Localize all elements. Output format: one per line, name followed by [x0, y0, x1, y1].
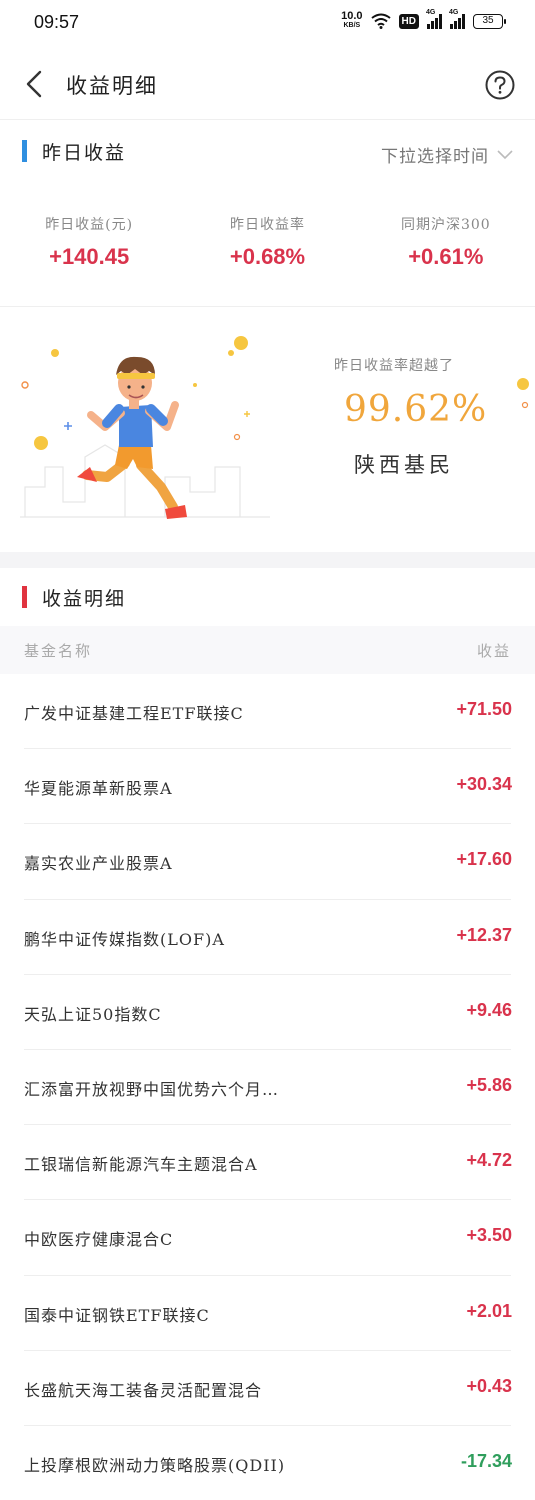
fund-earnings: +0.43: [466, 1375, 512, 1396]
detail-section-header: 收益明细: [0, 568, 535, 628]
table-row[interactable]: 天弘上证50指数C +9.46: [0, 975, 535, 1051]
table-row[interactable]: 广发中证基建工程ETF联接C +71.50: [0, 674, 535, 750]
signal-label-2: 4G: [449, 9, 459, 16]
table-header: 基金名称 收益: [0, 626, 535, 674]
stat-value: +0.68%: [229, 244, 306, 269]
fund-name: 中欧医疗健康混合C: [24, 1230, 174, 1250]
stat-yesterday-rate: 昨日收益率 +0.68%: [178, 200, 356, 300]
table-row[interactable]: 工银瑞信新能源汽车主题混合A +4.72: [0, 1125, 535, 1201]
section-accent-bar: [22, 586, 27, 608]
stat-value: +0.61%: [408, 244, 484, 269]
net-speed-value: 10.0: [341, 10, 363, 22]
section-accent-bar: [22, 140, 27, 162]
hd-badge: HD: [398, 13, 419, 29]
status-time: 09:57: [34, 12, 80, 32]
page-title: 收益明细: [66, 74, 158, 98]
signal-label: 4G: [426, 9, 436, 16]
chevron-left-icon[interactable]: [22, 70, 48, 98]
fund-earnings: -17.34: [460, 1450, 512, 1471]
percentile-label: 昨日收益率超越了: [334, 358, 454, 374]
table-row[interactable]: 嘉实农业产业股票A +17.60: [0, 824, 535, 900]
yesterday-stats: 昨日收益(元) +140.45 昨日收益率 +0.68% 同期沪深300 +0.…: [0, 200, 535, 300]
table-row[interactable]: 华夏能源革新股票A +30.34: [0, 749, 535, 825]
stat-yesterday-earnings: 昨日收益(元) +140.45: [0, 200, 178, 300]
yesterday-section-header: 昨日收益 下拉选择时间: [0, 122, 535, 182]
fund-earnings: +30.34: [456, 774, 512, 795]
fund-earnings: +2.01: [466, 1300, 512, 1321]
net-speed-unit: KB/S: [343, 22, 361, 29]
signal-icon: 4G: [426, 9, 442, 29]
section-gap: [0, 552, 535, 568]
stat-label: 同期沪深300: [400, 217, 491, 233]
column-fund-name: 基金名称: [24, 642, 93, 660]
time-select-label: 下拉选择时间: [381, 147, 489, 167]
percentile-value: 99.62%: [344, 389, 488, 430]
fund-earnings: +4.72: [466, 1150, 512, 1171]
signal-icon-2: 4G: [449, 9, 465, 29]
table-row[interactable]: 国泰中证钢铁ETF联接C +2.01: [0, 1276, 535, 1351]
sparkle-icon: [521, 401, 529, 409]
fund-earnings: +71.50: [456, 699, 512, 719]
question-circle-icon[interactable]: [485, 70, 515, 100]
status-icons: 10.0 KB/S HD 4G 4G 35: [341, 9, 506, 30]
fund-name: 华夏能源革新股票A: [24, 779, 173, 799]
yesterday-title: 昨日收益: [42, 142, 127, 164]
fund-earnings: +17.60: [456, 849, 512, 870]
fund-earnings: +5.86: [466, 1074, 512, 1095]
fund-list: 广发中证基建工程ETF联接C +71.50 华夏能源革新股票A +30.34 嘉…: [0, 674, 535, 1500]
fund-name: 广发中证基建工程ETF联接C: [24, 704, 244, 723]
time-select-dropdown[interactable]: 下拉选择时间: [381, 142, 513, 167]
fund-earnings: +9.46: [466, 999, 512, 1020]
table-row[interactable]: 中欧医疗健康混合C +3.50: [0, 1200, 535, 1276]
table-row[interactable]: 长盛航天海工装备灵活配置混合 +0.43: [0, 1351, 535, 1427]
battery-icon: 35: [473, 13, 506, 29]
network-speed: 10.0 KB/S: [341, 10, 363, 30]
fund-name: 鹏华中证传媒指数(LOF)A: [24, 929, 225, 949]
fund-name: 长盛航天海工装备灵活配置混合: [24, 1380, 263, 1400]
fund-name: 汇添富开放视野中国优势六个月…: [24, 1079, 280, 1099]
stat-value: +140.45: [49, 244, 130, 269]
status-bar: 09:57 10.0 KB/S HD 4G 4G 35: [0, 0, 535, 48]
table-row[interactable]: 鹏华中证传媒指数(LOF)A +12.37: [0, 900, 535, 975]
fund-name: 工银瑞信新能源汽车主题混合A: [24, 1155, 258, 1175]
coin-icon: [517, 378, 529, 390]
top-nav-bar: 收益明细: [0, 48, 535, 120]
chevron-down-icon: [497, 149, 513, 159]
runner-illustration: [20, 336, 270, 519]
table-row[interactable]: 上投摩根欧洲动力策略股票(QDII) -17.34: [0, 1426, 535, 1500]
stat-label: 昨日收益率: [229, 217, 305, 233]
fund-name: 天弘上证50指数C: [24, 1004, 162, 1024]
detail-title: 收益明细: [42, 588, 127, 610]
fund-name: 国泰中证钢铁ETF联接C: [24, 1305, 210, 1325]
stat-label: 昨日收益(元): [45, 217, 134, 233]
fund-earnings: +3.50: [466, 1225, 512, 1246]
beat-percentile-card: 昨日收益率超越了 99.62% 陕西基民: [0, 307, 535, 552]
stat-hs300: 同期沪深300 +0.61%: [357, 200, 535, 300]
table-row[interactable]: 汇添富开放视野中国优势六个月… +5.86: [0, 1050, 535, 1126]
wifi-icon: [370, 13, 391, 29]
fund-earnings: +12.37: [456, 924, 512, 945]
fund-name: 嘉实农业产业股票A: [24, 854, 173, 874]
percentile-region: 陕西基民: [354, 453, 454, 477]
fund-name: 上投摩根欧洲动力策略股票(QDII): [24, 1455, 286, 1475]
column-earnings: 收益: [476, 642, 511, 660]
